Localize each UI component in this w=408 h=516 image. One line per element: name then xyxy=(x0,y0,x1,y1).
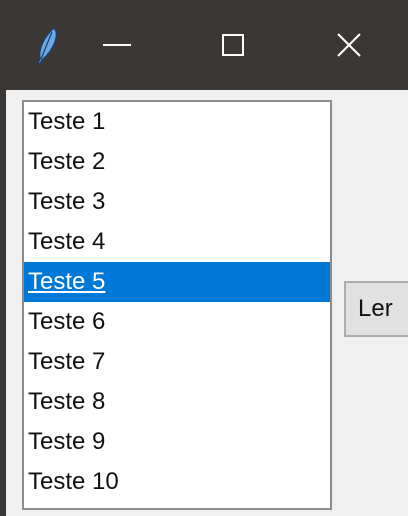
list-item[interactable]: Teste 1 xyxy=(24,102,330,142)
close-button[interactable] xyxy=(314,0,384,90)
read-button[interactable]: Ler xyxy=(344,281,408,337)
list-item[interactable]: Teste 4 xyxy=(24,222,330,262)
list-item[interactable]: Teste 7 xyxy=(24,342,330,382)
window-left-edge xyxy=(0,90,6,516)
items-listbox[interactable]: Teste 1 Teste 2 Teste 3 Teste 4 Teste 5 … xyxy=(22,100,332,510)
list-item-selected[interactable]: Teste 5 xyxy=(24,262,330,302)
maximize-button[interactable] xyxy=(198,0,268,90)
list-item[interactable]: Teste 9 xyxy=(24,422,330,462)
list-item[interactable]: Teste 10 xyxy=(24,462,330,502)
list-item[interactable]: Teste 3 xyxy=(24,182,330,222)
app-window: Teste 1 Teste 2 Teste 3 Teste 4 Teste 5 … xyxy=(0,0,408,516)
list-item[interactable]: Teste 2 xyxy=(24,142,330,182)
maximize-icon xyxy=(222,34,244,56)
minimize-button[interactable] xyxy=(82,0,152,90)
feather-icon xyxy=(36,26,58,66)
list-item[interactable]: Teste 6 xyxy=(24,302,330,342)
close-icon xyxy=(337,33,361,57)
minimize-icon xyxy=(103,44,131,46)
title-bar[interactable] xyxy=(0,0,408,90)
list-item[interactable]: Teste 8 xyxy=(24,382,330,422)
